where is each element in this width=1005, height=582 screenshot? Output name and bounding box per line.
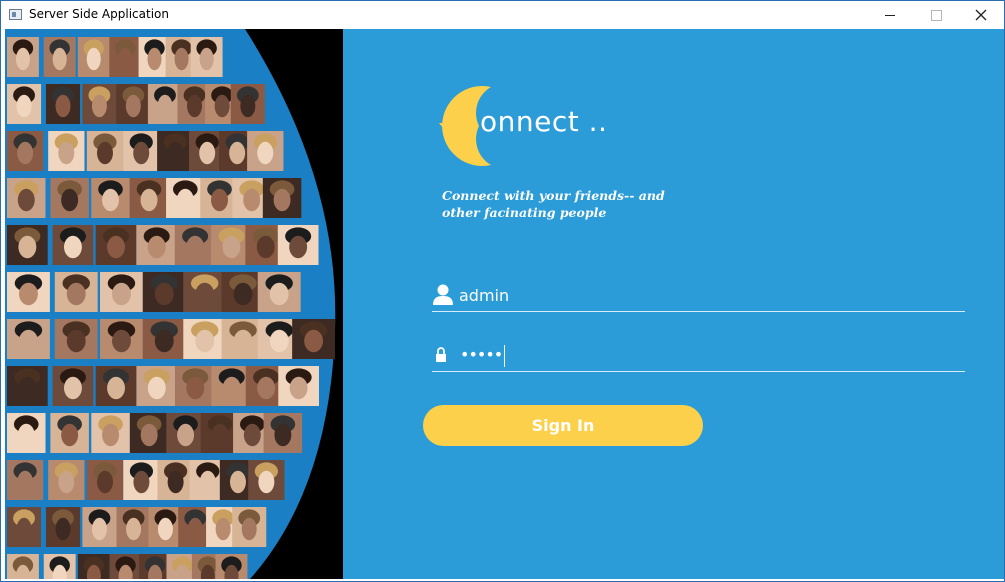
password-masked-text: ••••• [460,345,503,364]
login-panel: onnect .. Connect with your friends-- an… [343,29,1004,579]
close-icon [975,9,987,21]
maximize-icon [930,9,942,21]
text-caret [504,344,506,367]
logo-text: onnect .. [480,105,608,138]
username-field[interactable] [432,281,965,312]
password-input[interactable]: ••••• [460,343,506,367]
faces-globe-graphic [5,29,343,579]
tagline: Connect with your friends-- and other fa… [442,188,665,220]
username-input[interactable] [459,283,939,307]
window-title: Server Side Application [29,7,169,21]
minimize-button[interactable] [867,1,913,29]
title-bar[interactable]: Server Side Application [1,1,1004,29]
app-window-icon [9,9,22,20]
sign-in-button[interactable]: Sign In [423,405,703,446]
minimize-icon [885,14,895,16]
lock-icon [436,347,446,362]
faces-globe-image [5,29,343,579]
app-window: Server Side Application onnect .. Connec… [0,0,1005,582]
connect-logo: onnect .. [439,85,619,169]
close-button[interactable] [958,1,1004,29]
password-field[interactable]: ••••• [432,341,965,372]
user-icon [433,284,453,305]
maximize-button[interactable] [913,1,959,29]
